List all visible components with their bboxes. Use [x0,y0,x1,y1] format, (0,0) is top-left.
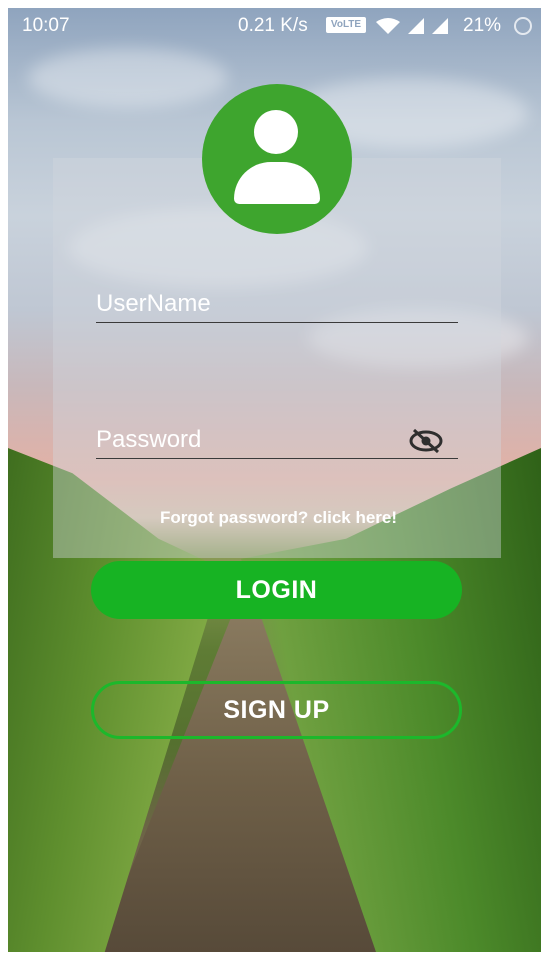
status-network-speed: 0.21 K/s [238,15,308,36]
eye-off-icon[interactable] [408,428,444,454]
login-button[interactable]: LOGIN [91,561,462,619]
battery-ring-icon [514,17,532,35]
username-input[interactable] [96,290,458,322]
avatar-body [234,162,320,204]
signal-icons [374,16,458,42]
password-input[interactable] [96,426,458,458]
volte-badge: VoLTE [326,17,366,33]
avatar-head [254,110,298,154]
status-time: 10:07 [22,15,70,36]
password-field [96,426,458,459]
status-bar: 10:07 0.21 K/s VoLTE 21% [8,8,541,44]
signup-button[interactable]: SIGN UP [91,681,462,739]
forgot-password-link[interactable]: Forgot password? click here! [8,508,541,528]
wifi-signal-icon [376,18,448,34]
user-icon [202,84,352,234]
app-screen: 10:07 0.21 K/s VoLTE 21% Forgot pass [8,8,541,952]
battery-percent: 21% [463,15,502,36]
username-field [96,290,458,323]
cloud [28,48,228,108]
